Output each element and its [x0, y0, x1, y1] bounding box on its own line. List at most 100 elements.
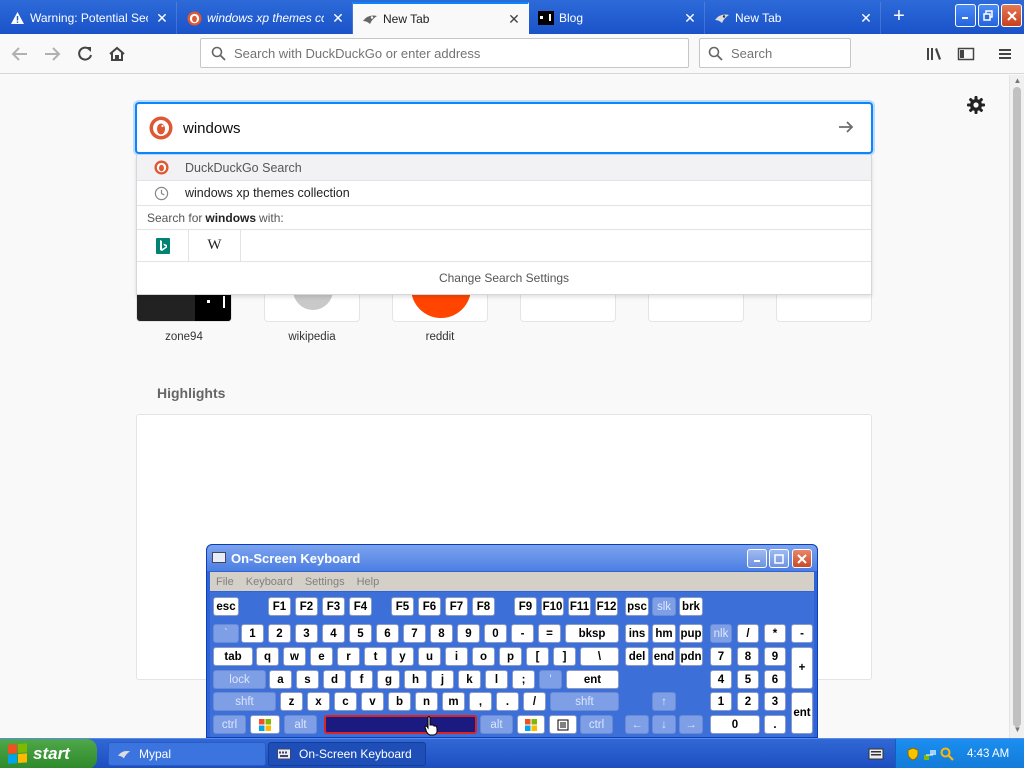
osk-key[interactable]: 0 [484, 624, 507, 643]
osk-key[interactable]: . [496, 692, 519, 711]
osk-key[interactable]: pdn [679, 647, 703, 666]
osk-key[interactable]: u [418, 647, 441, 666]
forward-button[interactable] [40, 42, 64, 66]
osk-key[interactable]: b [388, 692, 411, 711]
osk-key[interactable]: ins [625, 624, 649, 643]
osk-key[interactable]: ' [539, 670, 562, 689]
reload-button[interactable] [73, 42, 97, 66]
osk-key-spacebar[interactable] [324, 715, 477, 734]
tab-new-tab[interactable]: New Tab ✕ [705, 2, 881, 34]
osk-key[interactable]: F10 [541, 597, 564, 616]
taskbar-button-osk[interactable]: On-Screen Keyboard [268, 742, 426, 766]
osk-key[interactable]: ; [512, 670, 535, 689]
search-go-button[interactable] [831, 119, 861, 138]
osk-key[interactable]: / [523, 692, 546, 711]
osk-key[interactable]: lock [213, 670, 266, 689]
osk-maximize-button[interactable] [769, 549, 789, 568]
sidebar-toggle-button[interactable] [954, 42, 978, 66]
osk-key[interactable]: F6 [418, 597, 441, 616]
osk-key[interactable]: 7 [403, 624, 426, 643]
osk-key[interactable]: 9 [764, 647, 786, 666]
osk-key[interactable]: w [283, 647, 306, 666]
osk-key[interactable]: shft [550, 692, 619, 711]
menu-button[interactable] [993, 42, 1017, 66]
osk-key[interactable]: 5 [737, 670, 759, 689]
home-button[interactable] [105, 42, 129, 66]
osk-key-menu[interactable] [549, 715, 577, 734]
scrollbar-thumb[interactable] [1013, 87, 1021, 727]
osk-key[interactable]: g [377, 670, 400, 689]
osk-key[interactable]: psc [625, 597, 649, 616]
osk-key[interactable]: 5 [349, 624, 372, 643]
keyboard-layout-icon[interactable] [868, 747, 884, 761]
osk-key-windows[interactable] [250, 715, 280, 734]
suggestion-history-item[interactable]: windows xp themes collection [137, 180, 871, 205]
url-bar[interactable]: Search with DuckDuckGo or enter address [200, 38, 689, 68]
tab-warning[interactable]: Warning: Potential Secu ✕ [0, 2, 177, 34]
osk-key[interactable]: 3 [764, 692, 786, 711]
osk-key[interactable]: j [431, 670, 454, 689]
osk-key[interactable]: * [764, 624, 786, 643]
osk-key[interactable]: 2 [268, 624, 291, 643]
osk-menu-settings[interactable]: Settings [305, 576, 345, 588]
osk-key[interactable]: F1 [268, 597, 291, 616]
tab-blog[interactable]: Blog ✕ [529, 2, 705, 34]
close-tab-icon[interactable]: ✕ [858, 10, 874, 26]
osk-key[interactable]: d [323, 670, 346, 689]
osk-key[interactable]: . [764, 715, 786, 734]
osk-key[interactable]: 6 [764, 670, 786, 689]
osk-key[interactable]: F2 [295, 597, 318, 616]
osk-close-button[interactable] [792, 549, 812, 568]
close-tab-icon[interactable]: ✕ [506, 11, 522, 27]
osk-key[interactable]: 2 [737, 692, 759, 711]
osk-key[interactable]: ent [791, 692, 813, 734]
osk-key[interactable]: s [296, 670, 319, 689]
osk-key[interactable]: brk [679, 597, 703, 616]
page-scrollbar[interactable]: ▲ ▼ [1009, 75, 1024, 738]
top-site-zone94[interactable] [136, 292, 232, 322]
suggestion-duckduckgo-search[interactable]: DuckDuckGo Search [137, 155, 871, 180]
osk-title-bar[interactable]: On-Screen Keyboard [207, 545, 817, 571]
close-tab-icon[interactable]: ✕ [682, 10, 698, 26]
tab-new-tab-active[interactable]: New Tab ✕ [353, 2, 529, 34]
osk-key[interactable]: 3 [295, 624, 318, 643]
osk-key[interactable]: bksp [565, 624, 619, 643]
osk-key[interactable]: ctrl [580, 715, 613, 734]
osk-menu-keyboard[interactable]: Keyboard [246, 576, 293, 588]
osk-key[interactable]: ctrl [213, 715, 246, 734]
osk-key[interactable]: - [511, 624, 534, 643]
search-bar[interactable]: Search [699, 38, 851, 68]
osk-key[interactable]: end [652, 647, 676, 666]
osk-key[interactable]: c [334, 692, 357, 711]
osk-key[interactable]: t [364, 647, 387, 666]
osk-key[interactable]: F9 [514, 597, 537, 616]
osk-key[interactable]: 9 [457, 624, 480, 643]
page-settings-button[interactable] [966, 95, 988, 117]
osk-key[interactable]: r [337, 647, 360, 666]
close-window-button[interactable] [1001, 4, 1022, 27]
osk-key[interactable]: F3 [322, 597, 345, 616]
osk-key[interactable]: y [391, 647, 414, 666]
restore-window-button[interactable] [978, 4, 999, 27]
osk-key[interactable]: / [737, 624, 759, 643]
osk-key[interactable]: F7 [445, 597, 468, 616]
osk-key[interactable]: 1 [710, 692, 732, 711]
osk-key[interactable]: 8 [430, 624, 453, 643]
osk-minimize-button[interactable] [747, 549, 767, 568]
osk-key[interactable]: h [404, 670, 427, 689]
osk-key[interactable]: nlk [710, 624, 732, 643]
osk-key[interactable]: 4 [322, 624, 345, 643]
osk-key[interactable]: m [442, 692, 465, 711]
osk-key[interactable]: F12 [595, 597, 618, 616]
osk-key[interactable]: [ [526, 647, 549, 666]
osk-key[interactable]: n [415, 692, 438, 711]
osk-menu-help[interactable]: Help [357, 576, 380, 588]
osk-key[interactable]: a [269, 670, 292, 689]
osk-key[interactable]: \ [580, 647, 619, 666]
network-icon[interactable] [923, 747, 937, 761]
osk-key[interactable]: i [445, 647, 468, 666]
osk-key[interactable]: ↓ [652, 715, 676, 734]
osk-key[interactable]: ← [625, 715, 649, 734]
taskbar-button-mypal[interactable]: Mypal [108, 742, 266, 766]
osk-key[interactable]: 1 [241, 624, 264, 643]
